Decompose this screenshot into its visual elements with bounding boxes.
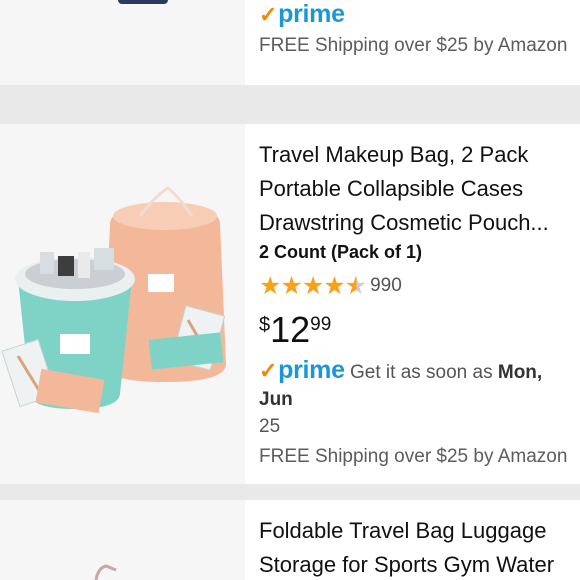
product-title[interactable]: Travel Makeup Bag, 2 Pack Portable Colla… bbox=[259, 138, 580, 240]
rating-row[interactable]: ★★★★★ 990 bbox=[259, 271, 580, 301]
travel-bag-image bbox=[94, 564, 117, 580]
product-title-line: Portable Collapsible Cases bbox=[259, 176, 524, 201]
product-image[interactable] bbox=[0, 124, 245, 484]
shipping-text: FREE Shipping over $25 by Amazon bbox=[259, 446, 568, 467]
product-title-line: Travel Makeup Bag, 2 Pack bbox=[259, 142, 529, 167]
price-whole: 12 bbox=[270, 309, 311, 350]
product-title-line: Storage for Sports Gym Water bbox=[259, 552, 555, 577]
price: $1299 bbox=[259, 309, 580, 351]
product-title-line: Foldable Travel Bag Luggage bbox=[259, 518, 547, 543]
prime-check-icon: ✓ bbox=[259, 358, 278, 383]
product-image-edge bbox=[118, 0, 168, 4]
delivery-info: ✓prime Get it as soon as Mon, Jun 25 bbox=[259, 357, 580, 440]
product-title[interactable]: Foldable Travel Bag Luggage Storage for … bbox=[259, 514, 580, 580]
shipping-text: FREE Shipping over $25 by Amazon bbox=[259, 35, 568, 56]
product-image-panel[interactable] bbox=[0, 500, 245, 580]
product-image-panel[interactable] bbox=[0, 0, 245, 85]
prime-check-icon: ✓ bbox=[259, 2, 278, 27]
delivery-prefix: Get it as soon as bbox=[350, 362, 493, 383]
delivery-date-cont: 25 bbox=[259, 416, 281, 437]
product-card-previous[interactable]: ✓prime FREE Shipping over $25 by Amazon bbox=[0, 0, 580, 85]
makeup-bag-image bbox=[1, 186, 226, 414]
product-card-next[interactable]: Foldable Travel Bag Luggage Storage for … bbox=[0, 500, 580, 580]
product-title-line: Drawstring Cosmetic Pouch... bbox=[259, 210, 549, 235]
prime-badge: ✓prime bbox=[259, 356, 345, 384]
product-card[interactable]: Travel Makeup Bag, 2 Pack Portable Colla… bbox=[0, 124, 580, 484]
price-fraction: 99 bbox=[310, 314, 332, 335]
star-rating-icon: ★★★★★ bbox=[259, 272, 367, 300]
prime-badge: ✓prime bbox=[259, 0, 345, 28]
price-currency: $ bbox=[259, 314, 271, 336]
pack-count: 2 Count (Pack of 1) bbox=[259, 242, 423, 262]
rating-count: 990 bbox=[370, 275, 402, 296]
